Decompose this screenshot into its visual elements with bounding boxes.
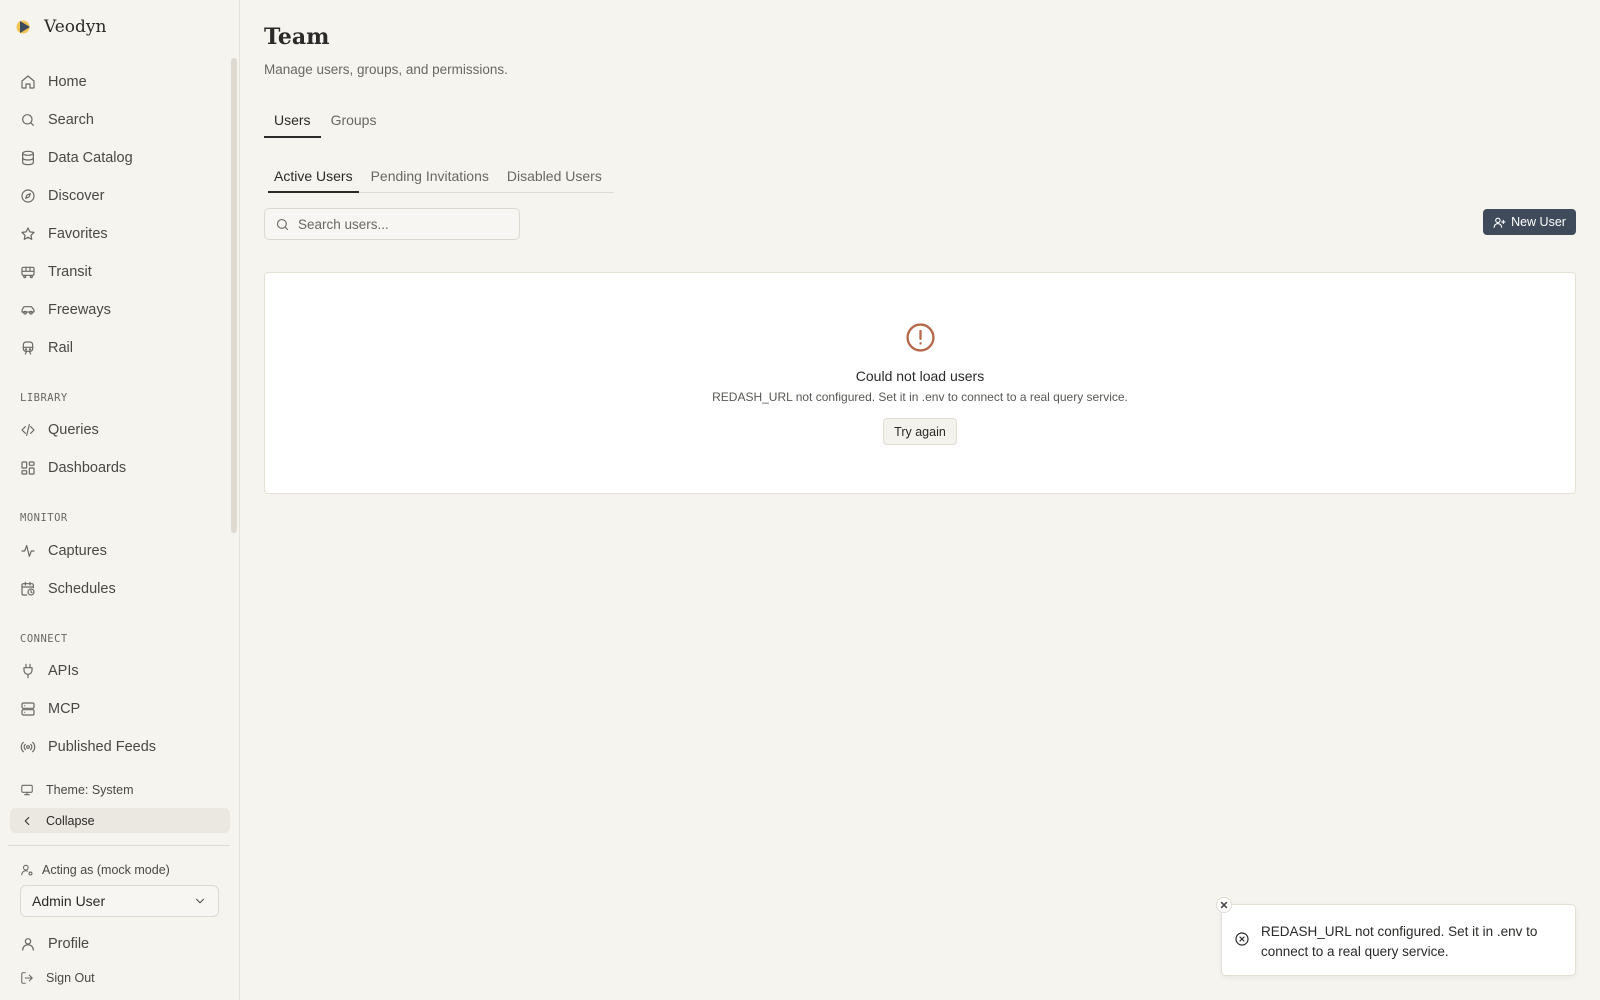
error-card: Could not load users REDASH_URL not conf… (264, 272, 1576, 494)
brand-name: Veodyn (44, 17, 107, 37)
tab-groups[interactable]: Groups (321, 108, 387, 138)
x-circle-icon (1234, 931, 1250, 947)
train-icon (20, 340, 36, 356)
acting-as-label: Acting as (mock mode) (20, 863, 170, 877)
sidebar-item-label: MCP (48, 701, 81, 717)
toast-close-button[interactable] (1216, 897, 1232, 913)
acting-user-value: Admin User (32, 893, 106, 909)
acting-user-select[interactable]: Admin User (20, 885, 219, 917)
sidebar-item-label: Freeways (48, 302, 111, 318)
calendar-clock-icon (20, 581, 36, 597)
error-title: Could not load users (855, 368, 985, 384)
toast-message: REDASH_URL not configured. Set it in .en… (1261, 924, 1538, 959)
sidebar-item-label: Queries (48, 422, 99, 438)
tab-pending-invitations[interactable]: Pending Invitations (365, 164, 495, 193)
search-icon (275, 217, 290, 232)
sidebar-item-label: Captures (48, 543, 107, 559)
section-label-connect: CONNECT (20, 633, 68, 645)
section-label-library: LIBRARY (20, 392, 68, 404)
sidebar-item-label: Discover (48, 188, 105, 204)
close-icon (1220, 901, 1228, 909)
sidebar-item-published-feeds[interactable]: Published Feeds (10, 732, 230, 762)
log-out-icon (20, 971, 34, 985)
theme-toggle[interactable]: Theme: System (10, 775, 230, 805)
chevron-left-icon (20, 814, 34, 828)
car-icon (20, 302, 36, 318)
sidebar-item-label: APIs (48, 663, 79, 679)
new-user-button[interactable]: New User (1483, 209, 1576, 235)
sidebar-item-label: Sign Out (46, 971, 95, 985)
sidebar-item-search[interactable]: Search (10, 105, 230, 135)
sidebar-item-label: Profile (48, 936, 90, 952)
sidebar-item-freeways[interactable]: Freeways (10, 295, 230, 325)
user-cog-icon (20, 863, 34, 877)
compass-icon (20, 188, 36, 204)
collapse-button[interactable]: Collapse (10, 808, 230, 833)
star-icon (20, 226, 36, 242)
sidebar-item-label: Published Feeds (48, 739, 157, 755)
sidebar-item-label: Transit (48, 264, 92, 280)
theme-label: Theme: System (46, 783, 134, 797)
sidebar-item-label: Rail (48, 340, 73, 356)
error-toast: REDASH_URL not configured. Set it in .en… (1216, 897, 1576, 976)
collapse-label: Collapse (46, 813, 95, 828)
search-icon (20, 112, 36, 128)
sidebar-item-label: Favorites (48, 226, 108, 242)
alert-circle-icon (905, 322, 936, 353)
sidebar-scrollbar[interactable] (231, 58, 237, 533)
tab-users[interactable]: Users (264, 108, 321, 138)
sidebar-item-discover[interactable]: Discover (10, 181, 230, 211)
user-plus-icon (1493, 216, 1506, 229)
try-again-button[interactable]: Try again (883, 418, 957, 445)
sidebar-item-data-catalog[interactable]: Data Catalog (10, 143, 230, 173)
radio-icon (20, 739, 36, 755)
plug-icon (20, 663, 36, 679)
sidebar-item-transit[interactable]: Transit (10, 257, 230, 287)
sidebar-item-schedules[interactable]: Schedules (10, 574, 230, 604)
sidebar-item-label: Search (48, 112, 94, 128)
code-icon (20, 422, 36, 438)
dashboard-icon (20, 460, 36, 476)
page-subtitle: Manage users, groups, and permissions. (264, 62, 508, 77)
user-status-tabs: Active Users Pending Invitations Disable… (268, 164, 614, 193)
acting-as-text: Acting as (mock mode) (42, 863, 170, 877)
tab-active-users[interactable]: Active Users (268, 164, 359, 193)
sidebar-item-profile[interactable]: Profile (10, 929, 230, 959)
page-title: Team (264, 24, 330, 50)
sidebar-divider (8, 845, 230, 846)
monitor-icon (20, 783, 34, 797)
user-icon (20, 936, 36, 952)
section-label-monitor: MONITOR (20, 512, 68, 524)
sidebar-item-queries[interactable]: Queries (10, 415, 230, 445)
search-input[interactable] (298, 216, 508, 232)
sidebar-item-label: Home (48, 74, 87, 90)
sidebar-item-apis[interactable]: APIs (10, 656, 230, 686)
sidebar-item-label: Dashboards (48, 460, 127, 476)
home-icon (20, 74, 36, 90)
logo-icon (14, 16, 36, 38)
sidebar-item-sign-out[interactable]: Sign Out (10, 963, 230, 993)
search-box (264, 208, 520, 240)
sidebar-item-label: Data Catalog (48, 150, 133, 166)
new-user-label: New User (1511, 215, 1566, 229)
sidebar-item-label: Schedules (48, 581, 116, 597)
database-icon (20, 150, 36, 166)
sidebar: Veodyn Home Search Data Catalog Discover… (0, 0, 240, 1000)
brand[interactable]: Veodyn (14, 16, 106, 38)
sidebar-item-captures[interactable]: Captures (10, 536, 230, 566)
team-tabs: Users Groups (264, 108, 386, 138)
bus-icon (20, 264, 36, 280)
sidebar-item-mcp[interactable]: MCP (10, 694, 230, 724)
activity-icon (20, 543, 36, 559)
error-message: REDASH_URL not configured. Set it in .en… (712, 390, 1128, 404)
sidebar-item-dashboards[interactable]: Dashboards (10, 453, 230, 483)
sidebar-item-rail[interactable]: Rail (10, 333, 230, 363)
sidebar-item-home[interactable]: Home (10, 67, 230, 97)
tab-disabled-users[interactable]: Disabled Users (501, 164, 608, 193)
server-icon (20, 701, 36, 717)
chevron-down-icon (193, 894, 207, 908)
sidebar-item-favorites[interactable]: Favorites (10, 219, 230, 249)
